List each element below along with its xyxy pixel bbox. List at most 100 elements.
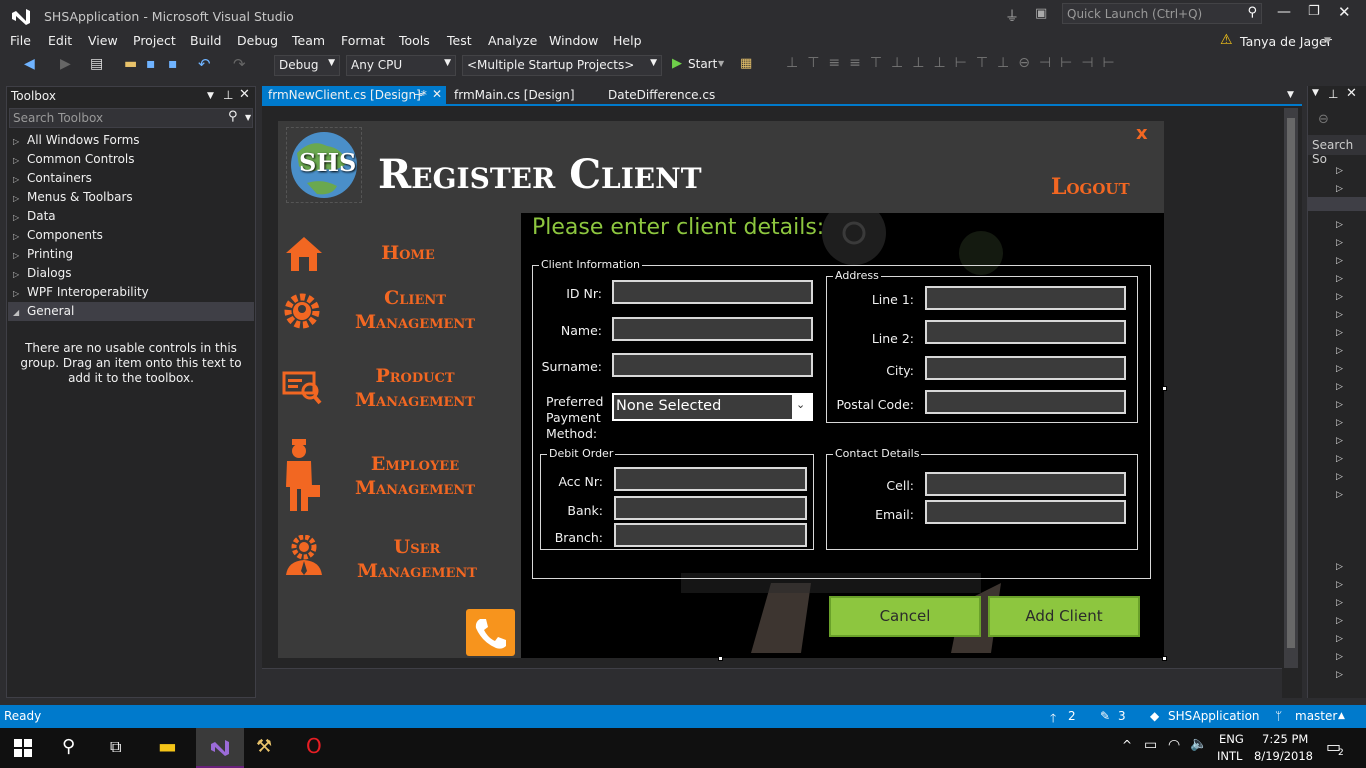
minimize-button[interactable]: —	[1277, 4, 1291, 20]
search-icon[interactable]: ⚲	[228, 109, 238, 124]
menu-file[interactable]: File	[10, 33, 31, 48]
payment-method-select[interactable]: None Selected ⌄	[612, 393, 813, 421]
selected-tree-row[interactable]	[1308, 197, 1366, 211]
resize-handle[interactable]	[1162, 656, 1167, 661]
back-icon[interactable]: ◀	[24, 56, 35, 72]
menu-format[interactable]: Format	[341, 33, 385, 48]
chevron-down-icon[interactable]: ▼	[207, 91, 214, 101]
status-edit-count[interactable]: 3	[1118, 709, 1126, 723]
menu-build[interactable]: Build	[190, 33, 221, 48]
open-file-icon[interactable]: ▬	[124, 56, 137, 72]
chevron-up-icon[interactable]: ▲	[1338, 711, 1345, 721]
designer-vscrollbar[interactable]	[1284, 108, 1298, 668]
pin-icon[interactable]: ⊥	[223, 88, 233, 102]
save-icon[interactable]: ▪	[146, 56, 156, 72]
menu-debug[interactable]: Debug	[237, 33, 278, 48]
save-all-icon[interactable]: ▪	[168, 56, 178, 72]
clock-time[interactable]: 7:25 PM	[1262, 732, 1308, 746]
toolbox-group-data[interactable]: ▷ Data	[13, 209, 56, 223]
toolbox-group-printing[interactable]: ▷ Printing	[13, 247, 73, 261]
scroll-thumb[interactable]	[1287, 118, 1295, 648]
home-nav-icon[interactable]: ⊖	[1318, 112, 1329, 127]
close-window-button[interactable]: ✕	[1338, 3, 1351, 21]
surname-input[interactable]	[612, 353, 813, 377]
nav-client-management[interactable]: Client Management	[330, 286, 500, 334]
redo-icon[interactable]: ↷	[233, 55, 246, 73]
form-close-button[interactable]: x	[1136, 123, 1148, 144]
resize-handle[interactable]	[1162, 386, 1167, 391]
name-input[interactable]	[612, 317, 813, 341]
layout-align-icons[interactable]: ⊥⊤≡≡⊤⊥⊥⊥⊢⊤⊥⊖⊣⊢⊣⊢	[786, 55, 1124, 71]
menu-view[interactable]: View	[88, 33, 118, 48]
undo-icon[interactable]: ↶	[198, 55, 211, 73]
toolbox-group-wpf-interoperability[interactable]: ▷ WPF Interoperability	[13, 285, 149, 299]
chevron-down-icon[interactable]: ▼	[718, 59, 724, 68]
wifi-icon[interactable]: ◠	[1168, 737, 1180, 753]
close-icon[interactable]: ✕	[239, 87, 250, 102]
dropdown-arrow[interactable]: ⌄	[792, 395, 811, 419]
solution-search[interactable]: Search So	[1308, 135, 1366, 166]
windows-start-icon[interactable]	[14, 739, 32, 757]
acc-nr-input[interactable]	[614, 467, 807, 491]
battery-icon[interactable]: ▭	[1144, 737, 1157, 753]
forward-icon[interactable]: ▶	[60, 56, 71, 72]
pin-icon[interactable]: ⊥	[1328, 87, 1338, 101]
email-input[interactable]	[925, 500, 1126, 524]
menu-window[interactable]: Window	[549, 33, 598, 48]
start-button[interactable]: Start	[688, 57, 717, 71]
menu-project[interactable]: Project	[133, 33, 176, 48]
branch-input[interactable]	[614, 523, 807, 547]
toolbox-group-dialogs[interactable]: ▷ Dialogs	[13, 266, 71, 280]
pin-icon[interactable]: ⊸	[414, 88, 423, 101]
phone-button[interactable]	[466, 609, 515, 656]
new-project-icon[interactable]: ▤	[90, 56, 103, 72]
toolbox-search-input[interactable]: Search Toolbox	[13, 111, 103, 125]
tools-app-icon[interactable]: ⚒	[256, 736, 272, 757]
search-icon[interactable]: ⚲	[1247, 5, 1257, 20]
menu-edit[interactable]: Edit	[48, 33, 72, 48]
bank-input[interactable]	[614, 496, 807, 520]
chevron-down-icon[interactable]: ▼	[1287, 90, 1294, 100]
language-1[interactable]: ENG	[1219, 732, 1244, 746]
startup-select[interactable]: <Multiple Startup Projects> ▼	[462, 55, 662, 76]
tab-datedifference[interactable]: DateDifference.cs	[602, 86, 721, 106]
menu-team[interactable]: Team	[292, 33, 325, 48]
city-input[interactable]	[925, 356, 1126, 380]
menu-analyze[interactable]: Analyze	[488, 33, 537, 48]
status-up-count[interactable]: 2	[1068, 709, 1076, 723]
close-icon[interactable]: ✕	[1346, 86, 1357, 101]
chevron-down-icon[interactable]: ▼	[1324, 36, 1331, 46]
opera-icon[interactable]: O	[306, 734, 322, 758]
solution-tree-expanders[interactable]: ▷▷▷▷▷▷▷▷▷▷▷▷▷▷▷▷▷▷▷▷▷▷▷▷▷▷	[1336, 162, 1343, 684]
search-icon[interactable]: ⚲	[62, 736, 75, 757]
close-icon[interactable]: ✕	[432, 87, 442, 101]
browser-link-icon[interactable]: ▦	[740, 56, 752, 71]
nav-home[interactable]: Home	[338, 241, 478, 265]
add-client-button[interactable]: Add Client	[988, 596, 1140, 637]
quick-launch-input[interactable]: Quick Launch (Ctrl+Q)	[1067, 7, 1202, 21]
start-icon[interactable]: ▶	[672, 56, 682, 71]
task-view-icon[interactable]: ⧉	[110, 737, 121, 757]
arrow-up-icon[interactable]: 🡑	[1050, 709, 1056, 730]
repo-icon[interactable]: ◆	[1150, 709, 1159, 723]
feedback-icon[interactable]: ▣	[1035, 6, 1047, 21]
notification-count[interactable]: 2	[1338, 748, 1344, 758]
id-input[interactable]	[612, 280, 813, 304]
toolbox-group-containers[interactable]: ▷ Containers	[13, 171, 92, 185]
nav-user-management[interactable]: User Management	[332, 535, 502, 583]
filter-icon[interactable]: ⏚	[1005, 6, 1019, 26]
volume-icon[interactable]: 🔈	[1190, 736, 1207, 752]
logout-link[interactable]: Logout	[1051, 174, 1130, 200]
config-select[interactable]: Debug ▼	[274, 55, 340, 76]
toolbox-search[interactable]: Search Toolbox ⚲ ▼	[9, 108, 253, 128]
user-name[interactable]: Tanya de Jager	[1240, 34, 1332, 49]
platform-select[interactable]: Any CPU ▼	[346, 55, 456, 76]
maximize-button[interactable]: ❐	[1308, 4, 1320, 19]
file-explorer-icon[interactable]: ▬	[158, 734, 177, 758]
status-repo[interactable]: SHSApplication	[1168, 709, 1260, 723]
toolbox-group-common-controls[interactable]: ▷ Common Controls	[13, 152, 135, 166]
taskbar-visual-studio[interactable]	[196, 728, 244, 768]
chevron-up-icon[interactable]: ^	[1122, 738, 1132, 752]
line2-input[interactable]	[925, 320, 1126, 344]
cell-input[interactable]	[925, 472, 1126, 496]
